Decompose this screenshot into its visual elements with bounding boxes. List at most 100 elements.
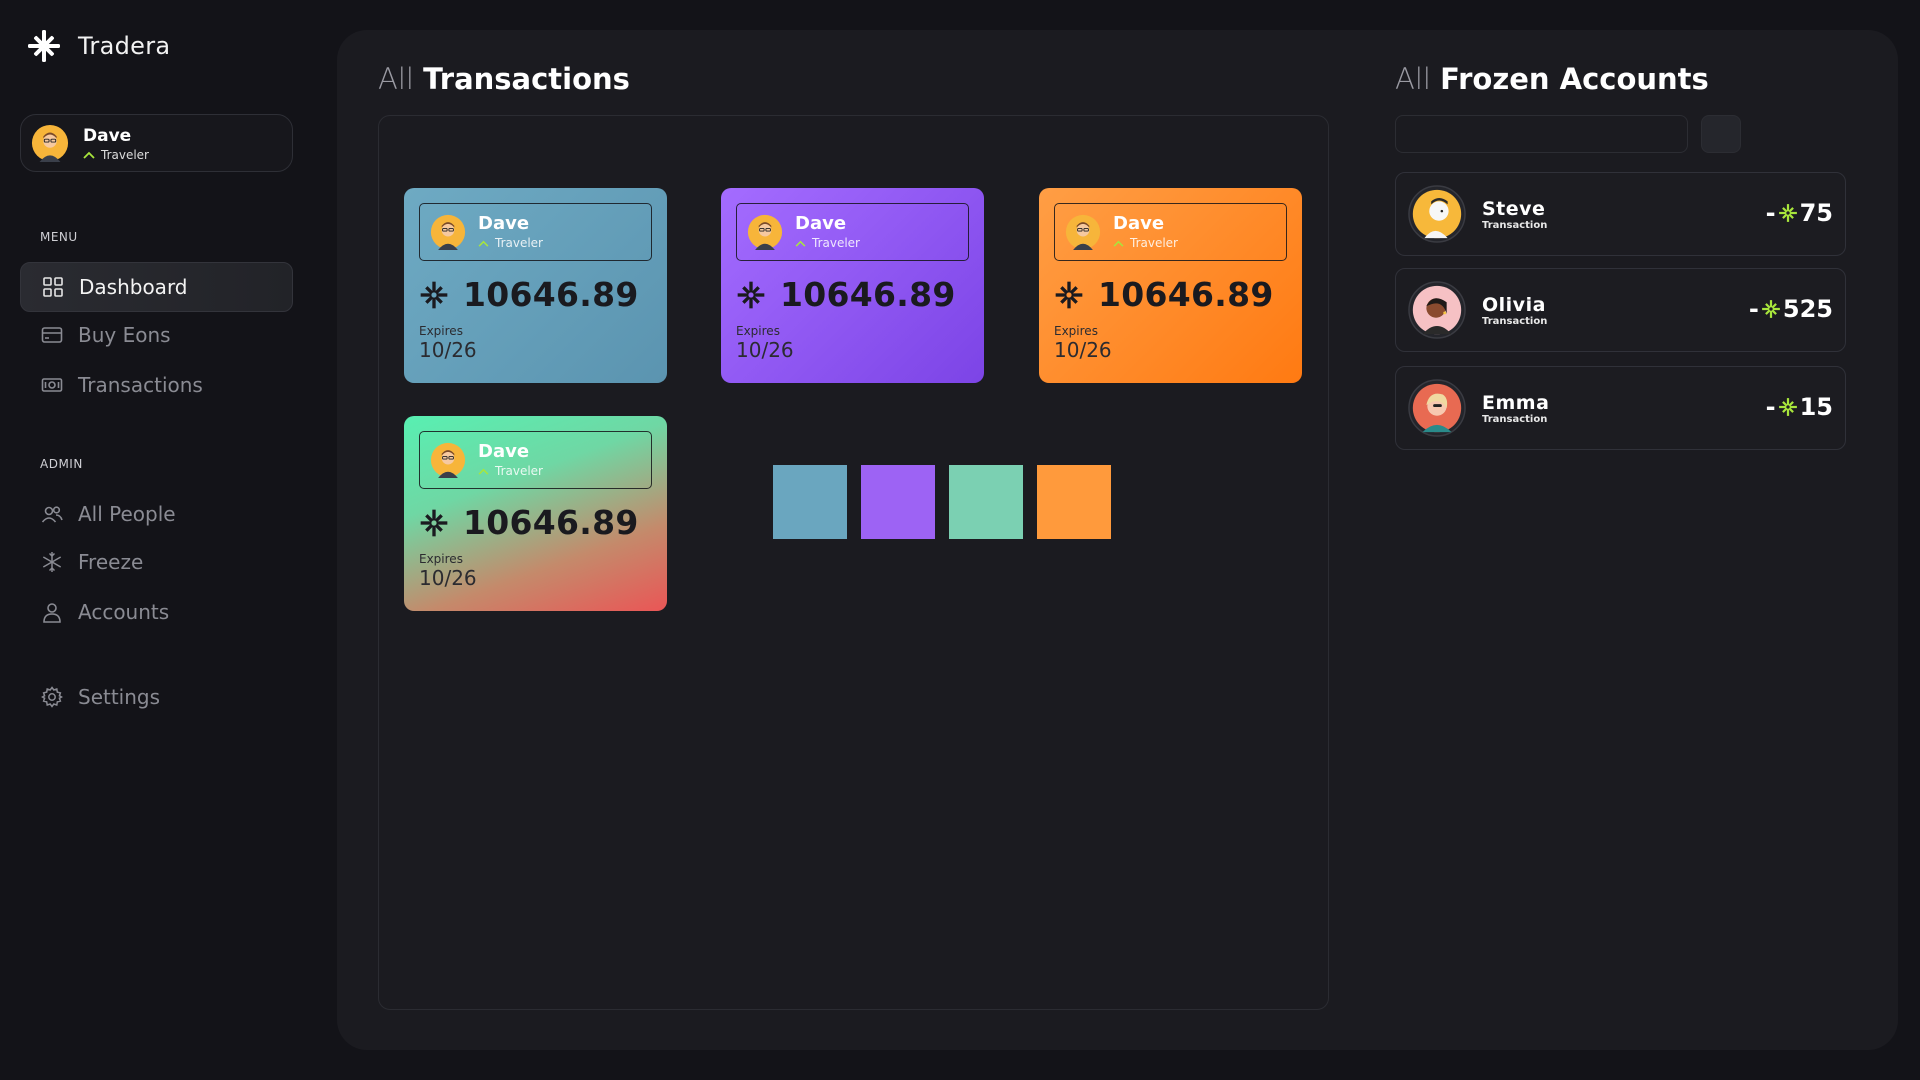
card-amount-value: 10646.89 [1098, 275, 1274, 314]
cash-icon [40, 373, 64, 397]
snowflake-icon [40, 550, 64, 574]
profile-role-label: Traveler [101, 147, 149, 162]
color-swatch-purple[interactable] [861, 465, 935, 539]
transaction-card[interactable]: Dave Traveler 10646.89 Expires 10/26 [721, 188, 984, 383]
card-expires-value: 10/26 [419, 338, 477, 362]
nav-accounts[interactable]: Accounts [20, 587, 293, 637]
chevron-up-icon [1113, 240, 1124, 247]
card-amount: 10646.89 [419, 275, 639, 314]
amount-value: 525 [1782, 295, 1833, 323]
card-amount: 10646.89 [419, 503, 639, 542]
brand[interactable]: Tradera [26, 28, 170, 64]
menu-section-label: MENU [40, 230, 78, 244]
frozen-account-name: Emma [1482, 391, 1550, 414]
eon-currency-icon [1778, 204, 1797, 222]
nav-buy-eons-label: Buy Eons [78, 323, 171, 347]
avatar [1408, 185, 1466, 243]
eon-currency-icon [420, 281, 448, 308]
amount-sign: - [1748, 295, 1759, 323]
eon-currency-icon [420, 509, 448, 536]
amount-value: 75 [1799, 199, 1833, 227]
chevron-up-icon [478, 468, 489, 475]
amount-sign: - [1765, 393, 1776, 421]
gear-icon [40, 685, 64, 709]
tradera-logo-icon [28, 30, 60, 62]
nav-freeze-label: Freeze [78, 550, 144, 574]
transactions-title: All Transactions [378, 62, 630, 96]
card-expires-label: Expires [1054, 324, 1098, 338]
people-icon [40, 502, 64, 526]
amount-value: 15 [1799, 393, 1833, 421]
frozen-account-amount: - 75 [1766, 199, 1833, 227]
eon-currency-icon [1055, 281, 1083, 308]
avatar [1065, 214, 1101, 250]
card-holder-role: Traveler [478, 236, 543, 250]
frozen-account-row[interactable]: Olivia Transaction - 525 [1395, 268, 1846, 352]
eon-currency-icon [1778, 398, 1797, 416]
color-swatch-orange[interactable] [1037, 465, 1111, 539]
frozen-title-bold: Frozen Accounts [1440, 62, 1709, 96]
card-holder-name: Dave [478, 213, 530, 234]
card-expires-label: Expires [736, 324, 780, 338]
card-header: Dave Traveler [419, 203, 652, 261]
card-amount-value: 10646.89 [463, 503, 639, 542]
frozen-account-sub: Transaction [1482, 315, 1548, 327]
avatar [1408, 281, 1466, 339]
card-amount-value: 10646.89 [463, 275, 639, 314]
card-role-label: Traveler [495, 464, 543, 478]
card-role-label: Traveler [1130, 236, 1178, 250]
transaction-card[interactable]: Dave Traveler 10646.89 Expires 10/26 [404, 416, 667, 611]
card-expires-label: Expires [419, 324, 463, 338]
color-swatch-blue[interactable] [773, 465, 847, 539]
frozen-account-name: Steve [1482, 197, 1546, 220]
card-holder-name: Dave [795, 213, 847, 234]
frozen-account-sub: Transaction [1482, 413, 1548, 425]
nav-dashboard[interactable]: Dashboard [20, 262, 293, 312]
brand-name: Tradera [78, 32, 171, 60]
card-header: Dave Traveler [1054, 203, 1287, 261]
frozen-title-prefix: All [1395, 62, 1431, 96]
frozen-search-input[interactable] [1395, 115, 1688, 153]
card-amount: 10646.89 [736, 275, 956, 314]
transactions-title-prefix: All [378, 62, 414, 96]
frozen-search-button[interactable] [1701, 115, 1741, 153]
transaction-card[interactable]: Dave Traveler 10646.89 Expires 10/26 [404, 188, 667, 383]
card-header: Dave Traveler [736, 203, 969, 261]
nav-settings-label: Settings [78, 685, 161, 709]
card-expires-value: 10/26 [419, 566, 477, 590]
card-amount: 10646.89 [1054, 275, 1274, 314]
nav-accounts-label: Accounts [78, 600, 170, 624]
frozen-title: All Frozen Accounts [1395, 62, 1709, 96]
frozen-account-row[interactable]: Steve Transaction - 75 [1395, 172, 1846, 256]
profile-card[interactable]: Dave Traveler [20, 114, 293, 172]
avatar [430, 442, 466, 478]
card-header: Dave Traveler [419, 431, 652, 489]
nav-settings[interactable]: Settings [20, 672, 293, 722]
frozen-account-name: Olivia [1482, 293, 1546, 316]
avatar [1408, 379, 1466, 437]
nav-transactions[interactable]: Transactions [20, 360, 293, 410]
card-holder-name: Dave [478, 441, 530, 462]
nav-all-people[interactable]: All People [20, 489, 293, 539]
avatar [747, 214, 783, 250]
frozen-account-amount: - 15 [1766, 393, 1833, 421]
nav-dashboard-label: Dashboard [79, 275, 188, 299]
frozen-account-row[interactable]: Emma Transaction - 15 [1395, 366, 1846, 450]
transaction-card[interactable]: Dave Traveler 10646.89 Expires 10/26 [1039, 188, 1302, 383]
nav-buy-eons[interactable]: Buy Eons [20, 310, 293, 360]
color-swatch-green[interactable] [949, 465, 1023, 539]
frozen-account-sub: Transaction [1482, 219, 1548, 231]
card-holder-role: Traveler [795, 236, 860, 250]
card-amount-value: 10646.89 [780, 275, 956, 314]
avatar [31, 124, 69, 162]
chevron-up-icon [478, 240, 489, 247]
chevron-up-icon [83, 151, 95, 159]
transactions-title-bold: Transactions [423, 62, 630, 96]
nav-all-people-label: All People [78, 502, 176, 526]
card-holder-name: Dave [1113, 213, 1165, 234]
card-holder-role: Traveler [478, 464, 543, 478]
card-icon [40, 323, 64, 347]
nav-freeze[interactable]: Freeze [20, 537, 293, 587]
eon-currency-icon [1762, 300, 1780, 318]
eon-currency-icon [737, 281, 765, 308]
